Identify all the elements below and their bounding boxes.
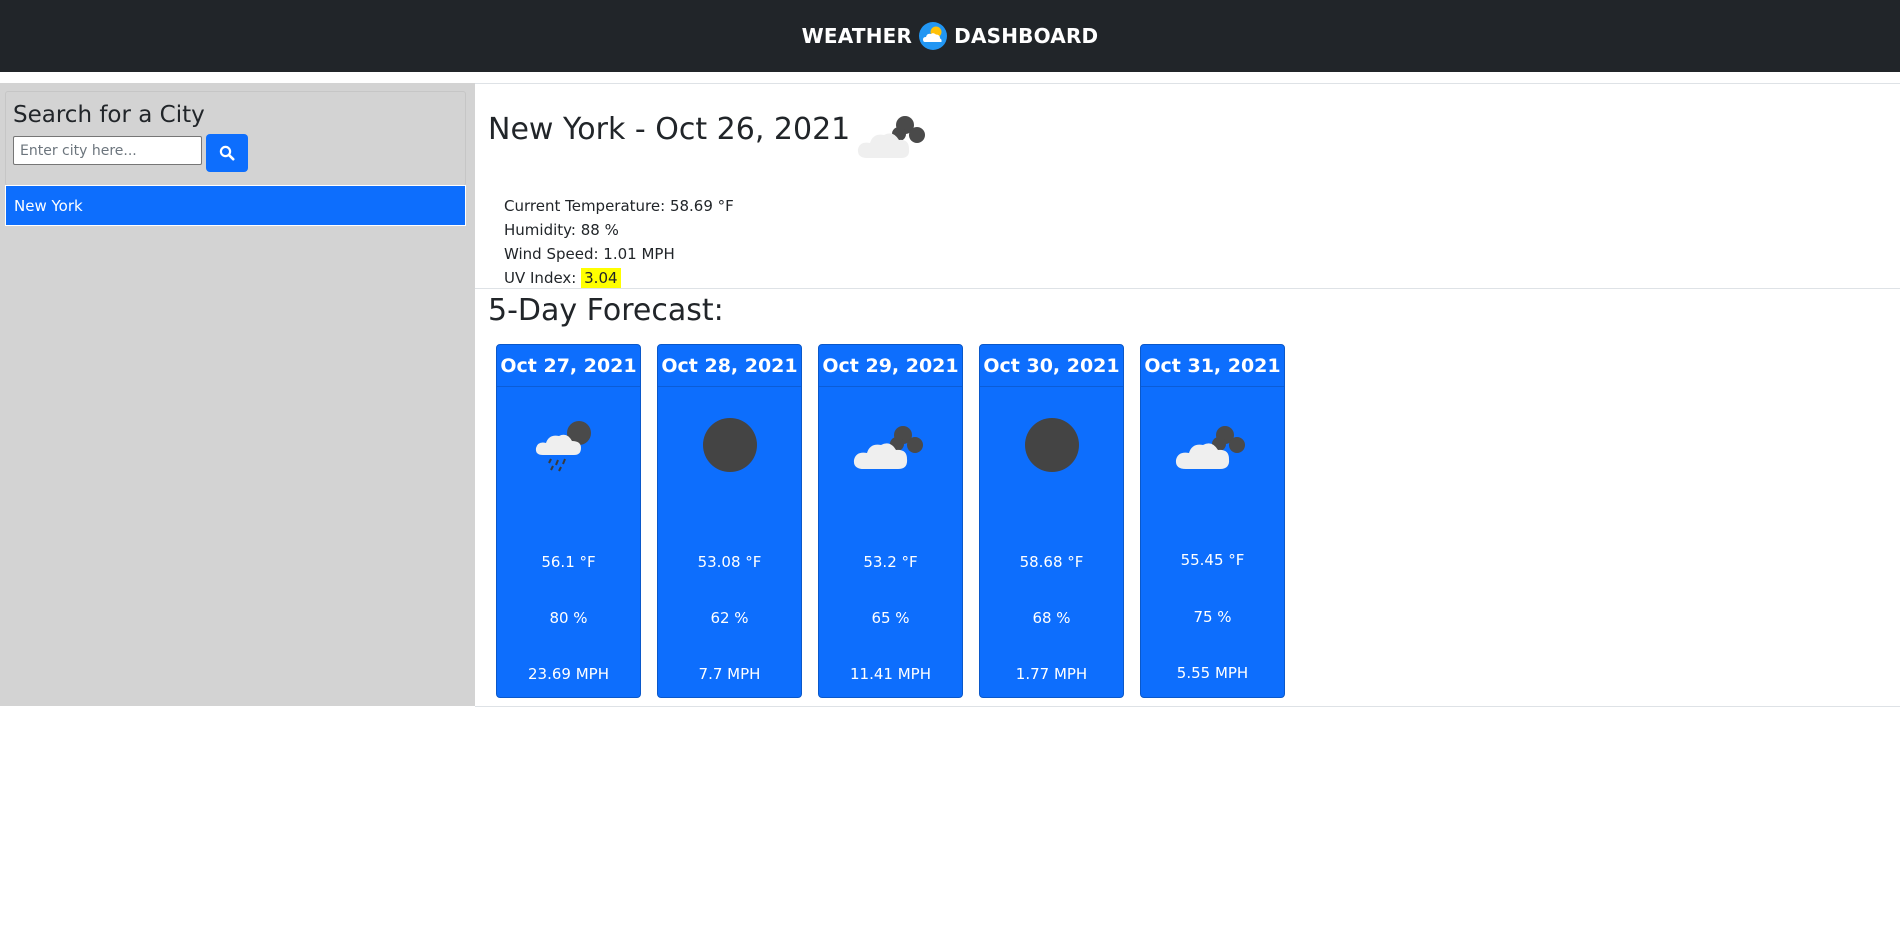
current-city-title: New York - Oct 26, 2021 bbox=[488, 112, 851, 147]
forecast-wind: 23.69 MPH bbox=[528, 665, 609, 683]
forecast-humidity: 68 % bbox=[1032, 609, 1071, 627]
navbar: WEATHER DASHBOARD bbox=[0, 0, 1900, 72]
current-uv-index: UV Index: 3.04 bbox=[504, 266, 734, 290]
dark-circle-icon bbox=[703, 418, 757, 472]
current-temperature: Current Temperature: 58.69 °F bbox=[504, 197, 734, 215]
forecast-date: Oct 27, 2021 bbox=[497, 345, 640, 387]
partly-cloudy-icon bbox=[853, 426, 923, 469]
history-item-new-york[interactable]: New York bbox=[5, 185, 466, 226]
divider-top bbox=[475, 83, 1900, 84]
sidebar: Search for a City New York bbox=[0, 83, 475, 706]
search-panel: Search for a City bbox=[5, 91, 466, 186]
forecast-card: Oct 29, 2021 53.2 °F 65 % 11.41 MPH bbox=[818, 344, 963, 698]
forecast-date: Oct 31, 2021 bbox=[1141, 345, 1284, 387]
uv-index-label: UV Index: bbox=[504, 269, 577, 287]
dark-circle-icon bbox=[1025, 418, 1079, 472]
forecast-date: Oct 28, 2021 bbox=[658, 345, 801, 387]
current-details: Current Temperature: 58.69 °F Humidity: … bbox=[504, 194, 734, 290]
search-title: Search for a City bbox=[13, 102, 205, 128]
forecast-card: Oct 30, 2021 58.68 °F 68 % 1.77 MPH bbox=[979, 344, 1124, 698]
forecast-humidity: 65 % bbox=[871, 609, 910, 627]
forecast-wind: 1.77 MPH bbox=[1015, 665, 1088, 683]
current-wind-speed: Wind Speed: 1.01 MPH bbox=[504, 245, 675, 263]
rain-cloud-icon bbox=[535, 421, 591, 472]
app-title: WEATHER DASHBOARD bbox=[802, 21, 1099, 51]
forecast-card: Oct 28, 2021 53.08 °F 62 % 7.7 MPH bbox=[657, 344, 802, 698]
forecast-temp: 53.08 °F bbox=[697, 553, 762, 571]
search-input[interactable] bbox=[13, 136, 202, 165]
forecast-date: Oct 30, 2021 bbox=[980, 345, 1123, 387]
forecast-wind: 7.7 MPH bbox=[698, 665, 761, 683]
forecast-card: Oct 27, 2021 56.1 °F 80 % 23.69 MPH bbox=[496, 344, 641, 698]
forecast-wind: 5.55 MPH bbox=[1176, 664, 1249, 682]
current-humidity: Humidity: 88 % bbox=[504, 221, 619, 239]
sun-cloud-icon bbox=[919, 22, 948, 50]
forecast-humidity: 75 % bbox=[1193, 608, 1232, 626]
forecast-temp: 56.1 °F bbox=[541, 553, 596, 571]
app-title-left: WEATHER bbox=[801, 24, 913, 48]
forecast-temp: 58.68 °F bbox=[1019, 553, 1084, 571]
search-icon bbox=[219, 145, 235, 161]
search-button[interactable] bbox=[206, 134, 248, 172]
forecast-humidity: 62 % bbox=[710, 609, 749, 627]
forecast-card: Oct 31, 2021 55.45 °F 75 % 5.55 MPH bbox=[1140, 344, 1285, 698]
divider-bottom bbox=[475, 706, 1900, 707]
uv-index-badge: 3.04 bbox=[581, 268, 621, 288]
forecast-temp: 53.2 °F bbox=[863, 553, 918, 571]
partly-cloudy-icon bbox=[1175, 426, 1245, 469]
partly-cloudy-icon bbox=[857, 116, 925, 158]
forecast-humidity: 80 % bbox=[549, 609, 588, 627]
forecast-date: Oct 29, 2021 bbox=[819, 345, 962, 387]
app-title-right: DASHBOARD bbox=[954, 24, 1099, 48]
forecast-wind: 11.41 MPH bbox=[850, 665, 931, 683]
forecast-temp: 55.45 °F bbox=[1180, 551, 1245, 569]
forecast-title: 5-Day Forecast: bbox=[488, 293, 724, 328]
